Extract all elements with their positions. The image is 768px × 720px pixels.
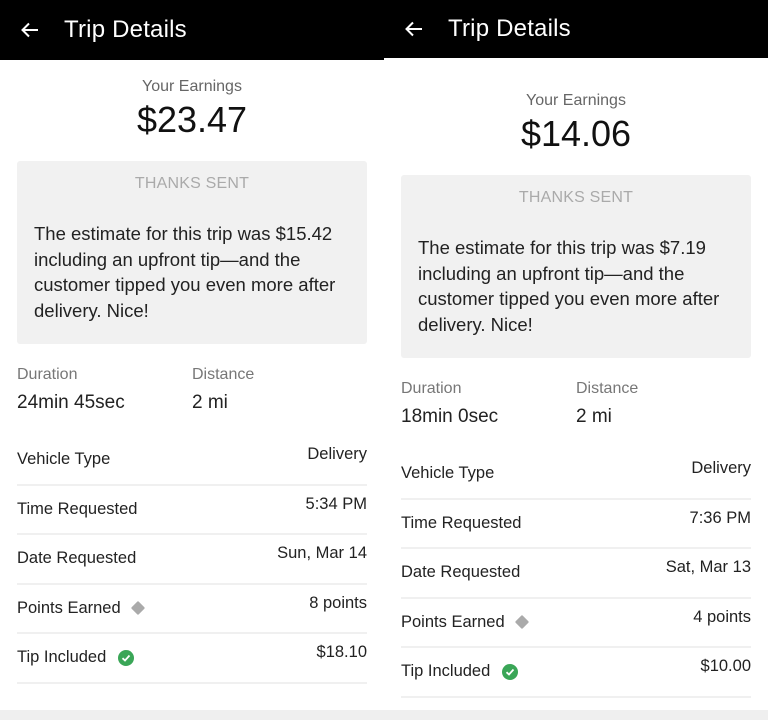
row-date-requested: Date Requested Sun, Mar 14 — [17, 535, 367, 585]
row-label-text: Points Earned — [401, 612, 505, 631]
stat-value: 18min 0sec — [401, 406, 499, 427]
row-value: $18.10 — [316, 643, 367, 661]
diamond-icon — [130, 600, 145, 616]
thanks-sent-title: THANKS SENT — [134, 175, 250, 192]
row-date-requested: Date Requested Sat, Mar 13 — [401, 549, 751, 599]
row-label-text: Points Earned — [17, 598, 121, 617]
thanks-message: The estimate for this trip was $7.19 inc… — [418, 237, 720, 335]
page-title: Trip Details — [448, 15, 571, 42]
row-label: Vehicle Type — [17, 450, 110, 469]
row-vehicle-type: Vehicle Type Delivery — [401, 450, 751, 500]
row-points-earned: Points Earned 8 points — [17, 585, 367, 634]
trip-stats: Duration 24min 45sec Distance 2 mi — [17, 366, 367, 414]
row-tip-included: Tip Included $10.00 — [401, 648, 751, 698]
stat-value: 2 mi — [192, 392, 228, 413]
diamond-icon — [514, 614, 529, 630]
earnings-amount: $23.47 — [136, 99, 248, 140]
row-value: Delivery — [691, 459, 751, 477]
stat-duration: Duration 24min 45sec — [17, 366, 192, 414]
trip-detail-rows: Vehicle Type Delivery Time Requested 5:3… — [17, 436, 367, 684]
thanks-sent-card: THANKS SENT The estimate for this trip w… — [401, 175, 751, 358]
thanks-sent-title: THANKS SENT — [518, 189, 634, 206]
row-value: Sun, Mar 14 — [277, 544, 367, 562]
row-label: Points Earned — [17, 598, 145, 618]
row-label: Tip Included — [401, 662, 519, 681]
row-label-text: Time Requested — [17, 499, 138, 518]
trip-detail-rows: Vehicle Type Delivery Time Requested 7:3… — [401, 450, 751, 698]
trip-details-panel-2: Trip Details Your Earnings $14.06 THANKS… — [384, 0, 768, 720]
arrow-left-icon — [405, 21, 422, 37]
top-bar: Trip Details — [0, 0, 384, 60]
row-label: Points Earned — [401, 612, 529, 632]
stat-value: 2 mi — [576, 406, 612, 427]
trip-details-panel-1: Trip Details Your Earnings $23.47 THANKS… — [0, 0, 384, 720]
thanks-message: The estimate for this trip was $15.42 in… — [34, 223, 336, 321]
row-label-text: Date Requested — [17, 549, 137, 567]
check-circle-icon — [502, 663, 519, 680]
row-label-text: Date Requested — [401, 563, 521, 581]
bottom-strip — [384, 710, 768, 720]
row-time-requested: Time Requested 5:34 PM — [17, 486, 367, 535]
stat-label: Distance — [192, 366, 255, 383]
back-button[interactable] — [0, 0, 60, 60]
earnings-amount: $14.06 — [520, 113, 632, 154]
row-label: Time Requested — [17, 500, 137, 519]
row-label-text: Time Requested — [401, 513, 522, 532]
arrow-left-icon — [21, 22, 38, 38]
row-label: Vehicle Type — [401, 464, 494, 483]
thanks-sent-card: THANKS SENT The estimate for this trip w… — [17, 161, 367, 344]
row-value: 4 points — [693, 607, 751, 626]
bottom-strip — [0, 710, 384, 720]
row-label-text: Vehicle Type — [17, 450, 111, 468]
points-info[interactable] — [514, 614, 529, 630]
earnings-label: Your Earnings — [142, 78, 242, 95]
row-tip-included: Tip Included $18.10 — [17, 634, 367, 684]
row-value: 8 points — [309, 593, 367, 612]
stat-distance: Distance 2 mi — [192, 366, 367, 414]
stat-label: Distance — [576, 380, 639, 397]
earnings-label: Your Earnings — [526, 92, 626, 109]
points-info[interactable] — [130, 600, 145, 616]
row-time-requested: Time Requested 7:36 PM — [401, 500, 751, 549]
tip-status — [118, 649, 135, 666]
row-value: 5:34 PM — [305, 494, 367, 513]
trip-content: Your Earnings $14.06 THANKS SENT The est… — [384, 74, 768, 698]
row-value: Delivery — [307, 445, 367, 463]
row-label: Date Requested — [401, 563, 520, 582]
row-value: 7:36 PM — [689, 508, 751, 527]
stat-distance: Distance 2 mi — [576, 380, 751, 428]
row-value: $10.00 — [700, 657, 751, 675]
row-label: Date Requested — [17, 549, 136, 568]
row-value: Sat, Mar 13 — [665, 558, 751, 576]
row-label: Tip Included — [17, 648, 135, 667]
top-bar: Trip Details — [384, 0, 768, 58]
stat-label: Duration — [401, 380, 462, 397]
stat-duration: Duration 18min 0sec — [401, 380, 576, 428]
row-points-earned: Points Earned 4 points — [401, 599, 751, 648]
tip-status — [502, 663, 519, 680]
trip-stats: Duration 18min 0sec Distance 2 mi — [401, 380, 751, 428]
row-label-text: Tip Included — [17, 648, 107, 666]
row-label: Time Requested — [401, 514, 521, 533]
trip-content: Your Earnings $23.47 THANKS SENT The est… — [0, 60, 384, 684]
row-label-text: Vehicle Type — [401, 464, 495, 482]
stat-label: Duration — [17, 366, 78, 383]
check-circle-icon — [118, 649, 135, 666]
page-title: Trip Details — [64, 16, 187, 43]
stat-value: 24min 45sec — [17, 392, 125, 413]
back-button[interactable] — [384, 0, 444, 58]
row-vehicle-type: Vehicle Type Delivery — [17, 436, 367, 486]
row-label-text: Tip Included — [401, 662, 491, 680]
